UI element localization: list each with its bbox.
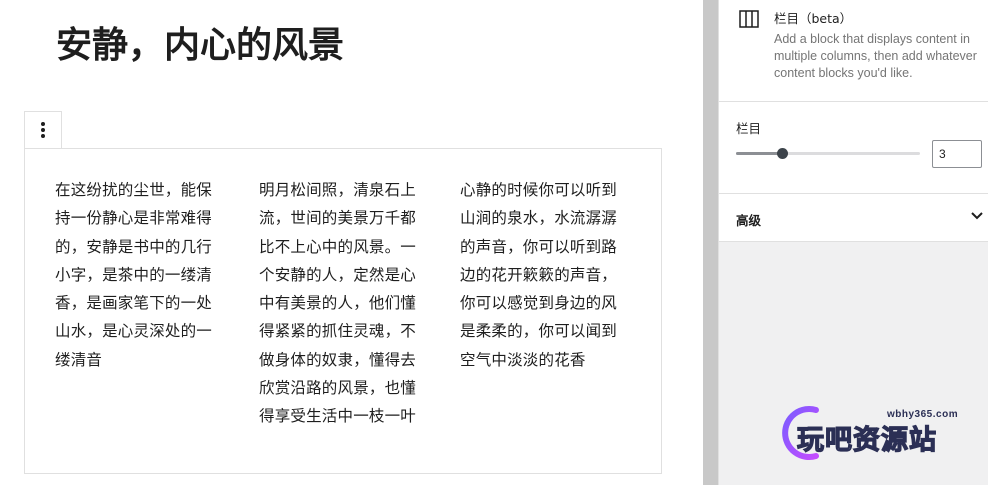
editor-canvas: 安静，内心的风景 在这纷扰的尘世，能保持一份静心是非常难得的，安静是书中的几行小… (0, 0, 703, 485)
editor-scrollbar[interactable] (703, 0, 718, 485)
block-card-description: Add a block that displays content in mul… (774, 32, 977, 80)
chevron-down-icon (971, 212, 983, 220)
column-2-paragraph[interactable]: 明月松间照，清泉石上流，世间的美景万千都比不上心中的风景。一个安静的人，定然是心… (259, 176, 423, 431)
block-card: 栏目（beta） Add a block that displays conte… (719, 0, 988, 102)
column-1-paragraph[interactable]: 在这纷扰的尘世，能保持一份静心是非常难得的，安静是书中的几行小字，是茶中的一缕清… (55, 176, 219, 374)
column-3-paragraph[interactable]: 心静的时候你可以听到山涧的泉水，水流潺潺的声音，你可以听到路边的花开簌簌的声音，… (460, 176, 624, 374)
columns-label: 栏目 (736, 121, 762, 136)
columns-settings-panel: 栏目 3 (719, 102, 988, 194)
more-vertical-icon (41, 122, 45, 138)
advanced-label: 高级 (736, 213, 762, 228)
columns-number-input[interactable]: 3 (932, 140, 982, 168)
watermark-text: 玩吧资源站 (796, 424, 937, 456)
columns-icon (739, 10, 759, 28)
columns-range-thumb[interactable] (776, 148, 788, 159)
block-toolbar-more-button[interactable] (24, 111, 62, 149)
columns-range-fill (736, 152, 782, 155)
post-title[interactable]: 安静，内心的风景 (56, 20, 344, 70)
advanced-panel-toggle[interactable]: 高级 (719, 194, 988, 242)
columns-range-track[interactable] (736, 148, 920, 159)
block-card-title: 栏目（beta） (774, 11, 853, 26)
